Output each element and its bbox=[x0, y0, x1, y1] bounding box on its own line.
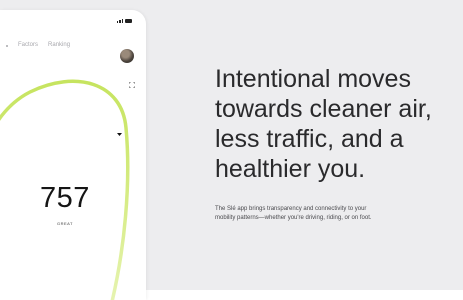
marketing-section: Factors Ranking 757 GREAT Intentional mo… bbox=[0, 0, 463, 300]
phone-mockup: Factors Ranking 757 GREAT bbox=[0, 10, 146, 300]
hero-headline: Intentional moves towards cleaner air, l… bbox=[215, 65, 432, 183]
score-value: 757 bbox=[40, 182, 90, 214]
score-ring bbox=[0, 79, 130, 300]
score-label: GREAT bbox=[57, 221, 73, 226]
caret-down-icon bbox=[117, 133, 122, 136]
hero-body: The Slé app brings transparency and conn… bbox=[215, 206, 372, 221]
